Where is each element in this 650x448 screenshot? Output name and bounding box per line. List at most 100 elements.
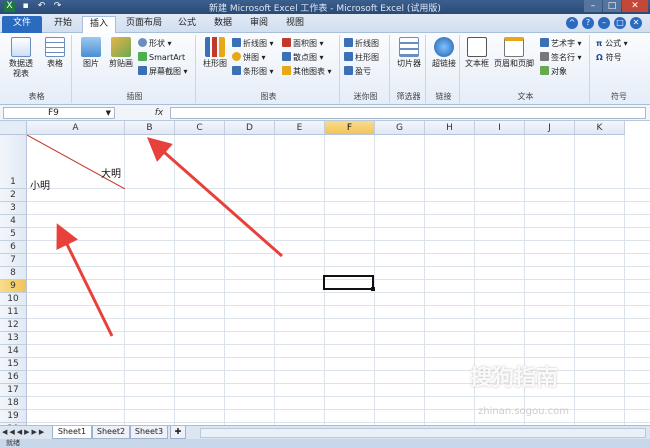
help-icon[interactable]: ?: [582, 17, 594, 29]
active-cell-f9[interactable]: [323, 275, 375, 291]
shapes-label: 形状: [149, 39, 165, 48]
group-tables: 数据透视表 表格 表格: [2, 35, 72, 103]
sparkline-line-button[interactable]: 折线图: [344, 38, 379, 49]
function-icon[interactable]: fx: [152, 107, 166, 119]
sparkline-winloss-label: 盈亏: [355, 67, 371, 76]
group-label-charts: 图表: [260, 92, 277, 101]
group-label-tables: 表格: [28, 92, 45, 101]
pivot-table-icon: [11, 37, 31, 57]
tab-view[interactable]: 视图: [280, 16, 310, 33]
minimize-icon[interactable]: –: [584, 0, 602, 12]
smartart-button[interactable]: SmartArt: [138, 52, 185, 63]
group-filter: 切片器 筛选器: [392, 35, 426, 103]
window-close-icon[interactable]: ✕: [630, 17, 642, 29]
arrow-to-a5: [56, 223, 114, 337]
sparkline-winloss-icon: [344, 66, 353, 75]
sparkline-column-button[interactable]: 柱形图: [344, 52, 379, 63]
group-label-links: 链接: [435, 92, 452, 101]
group-text: 文本框 页眉和页脚 艺术字 ▾ 签名行 ▾ 对象 文本: [462, 35, 590, 103]
signature-line-button[interactable]: 签名行 ▾: [540, 52, 582, 63]
smartart-label: SmartArt: [149, 53, 186, 62]
arrow-to-b1: [146, 137, 283, 258]
close-icon[interactable]: ✕: [622, 0, 648, 12]
wordart-button[interactable]: 艺术字 ▾: [540, 38, 582, 49]
symbol-button[interactable]: Ω 符号: [596, 52, 622, 63]
tab-data[interactable]: 数据: [208, 16, 238, 33]
area-chart-icon: [282, 38, 291, 47]
pi-icon: π: [596, 39, 606, 48]
window-title: 新建 Microsoft Excel 工作表 - Microsoft Excel…: [209, 4, 441, 14]
tab-insert[interactable]: 插入: [82, 16, 116, 33]
status-bar: 就绪: [0, 439, 650, 448]
omega-icon: Ω: [596, 53, 606, 62]
name-box[interactable]: F9 ▼: [3, 107, 115, 119]
tab-page-layout[interactable]: 页面布局: [120, 16, 168, 33]
other-charts-icon: [282, 66, 291, 75]
picture-label: 图片: [83, 59, 99, 68]
tab-file[interactable]: 文件: [2, 16, 42, 33]
bar-chart-label: 条形图: [243, 67, 267, 76]
equation-button[interactable]: π 公式 ▾: [596, 38, 628, 49]
header-footer-label: 页眉和页脚: [494, 59, 534, 68]
group-label-sparklines: 迷你图: [353, 92, 378, 101]
textbox-button[interactable]: 文本框: [462, 37, 492, 69]
formula-input[interactable]: [170, 107, 646, 119]
area-chart-button[interactable]: 面积图 ▾: [282, 38, 324, 49]
pie-chart-button[interactable]: 饼图 ▾: [232, 52, 266, 63]
screenshot-icon: [138, 66, 147, 75]
tab-icons: ^ ? – □ ✕: [566, 17, 642, 29]
pivot-table-button[interactable]: 数据透视表: [6, 37, 36, 79]
clipart-button[interactable]: 剪贴画: [106, 37, 136, 69]
other-charts-label: 其他图表: [293, 67, 325, 76]
wordart-icon: [540, 38, 549, 47]
chevron-down-icon[interactable]: ▼: [106, 108, 111, 118]
table-button[interactable]: 表格: [40, 37, 70, 69]
name-box-value: F9: [48, 108, 59, 118]
maximize-icon[interactable]: □: [603, 0, 621, 12]
window-controls: – □ ✕: [584, 0, 648, 12]
shapes-button[interactable]: 形状 ▾: [138, 38, 172, 49]
group-charts: 柱形图 折线图 ▾ 饼图 ▾ 条形图 ▾ 面积图 ▾ 散点图 ▾ 其他图表 ▾ …: [198, 35, 340, 103]
pivot-table-label: 数据透视表: [9, 59, 33, 78]
other-charts-button[interactable]: 其他图表 ▾: [282, 66, 332, 77]
fill-handle[interactable]: [371, 287, 375, 291]
table-label: 表格: [47, 59, 63, 68]
bar-chart-button[interactable]: 条形图 ▾: [232, 66, 274, 77]
screenshot-button[interactable]: 屏幕截图 ▾: [138, 66, 188, 77]
title-bar: X ▪ ↶ ↷ 新建 Microsoft Excel 工作表 - Microso…: [0, 0, 650, 14]
tab-review[interactable]: 审阅: [244, 16, 274, 33]
clipart-icon: [111, 37, 131, 57]
sheet-tab-sheet2[interactable]: Sheet2: [92, 426, 130, 439]
screenshot-label: 屏幕截图: [149, 67, 181, 76]
equation-label: 公式: [605, 39, 622, 48]
scatter-chart-button[interactable]: 散点图 ▾: [282, 52, 324, 63]
picture-icon: [81, 37, 101, 57]
tab-formulas[interactable]: 公式: [172, 16, 202, 33]
sheet-nav-arrows-icon[interactable]: ◀◀◀▶▶▶: [2, 428, 46, 436]
window-minimize-icon[interactable]: –: [598, 17, 610, 29]
hyperlink-globe-icon: [434, 37, 454, 57]
symbol-label: 符号: [605, 53, 622, 62]
slicer-button[interactable]: 切片器: [394, 37, 424, 69]
pie-chart-icon: [232, 52, 241, 61]
tab-home[interactable]: 开始: [46, 16, 80, 33]
new-sheet-icon[interactable]: ✚: [170, 426, 186, 439]
window-restore-icon[interactable]: □: [614, 17, 626, 29]
line-chart-button[interactable]: 折线图 ▾: [232, 38, 274, 49]
picture-button[interactable]: 图片: [76, 37, 106, 69]
group-label-symbols: 符号: [611, 92, 627, 101]
header-footer-button[interactable]: 页眉和页脚: [492, 37, 536, 69]
ribbon-collapse-icon[interactable]: ^: [566, 17, 578, 29]
horizontal-scrollbar[interactable]: [200, 428, 646, 438]
group-label-filter: 筛选器: [396, 92, 421, 101]
object-button[interactable]: 对象: [540, 66, 567, 77]
textbox-icon: [467, 37, 487, 57]
bar-chart-icon: [232, 66, 241, 75]
sheet-tab-sheet1[interactable]: Sheet1: [52, 426, 92, 439]
sparkline-winloss-button[interactable]: 盈亏: [344, 66, 371, 77]
hyperlink-button[interactable]: 超链接: [429, 37, 459, 69]
slicer-icon: [399, 37, 419, 57]
sheet-tab-sheet3[interactable]: Sheet3: [130, 426, 168, 439]
sheet-tab-bar: ◀◀◀▶▶▶ Sheet1 Sheet2 Sheet3 ✚: [0, 425, 650, 439]
column-chart-button[interactable]: 柱形图: [200, 37, 230, 69]
